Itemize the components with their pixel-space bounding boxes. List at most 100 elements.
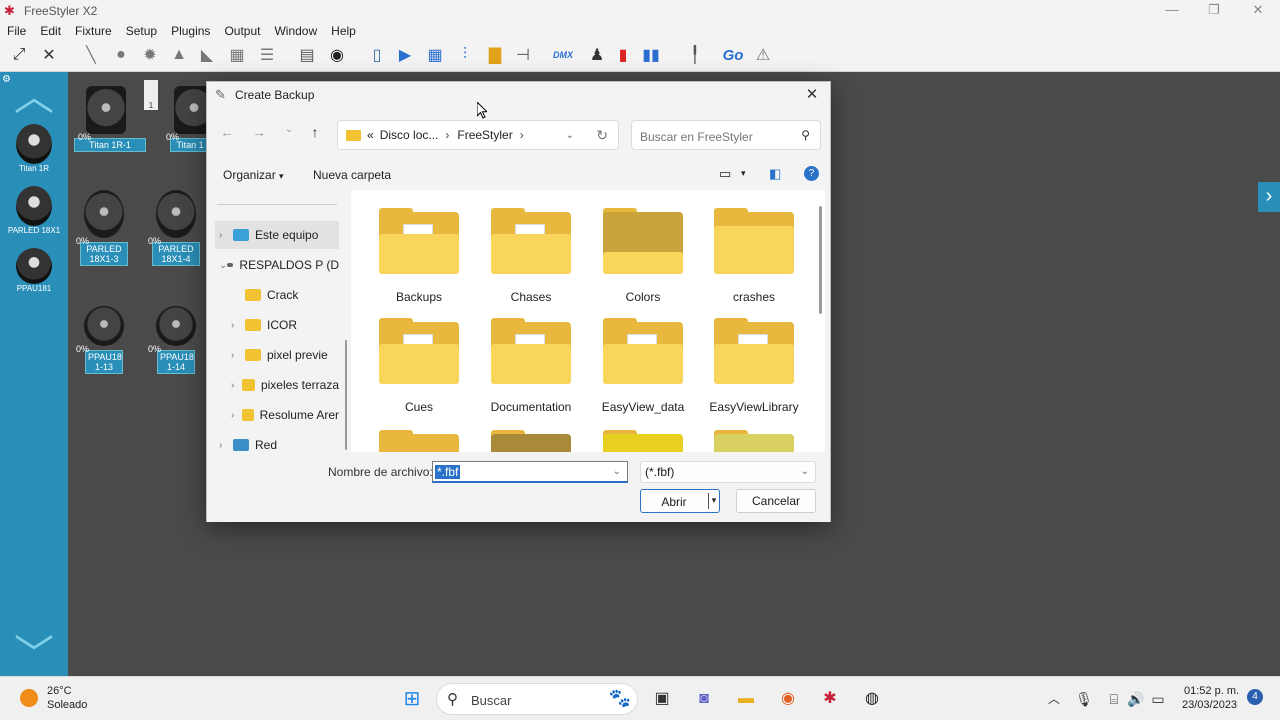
- network-tray-icon[interactable]: ⌸: [1102, 687, 1126, 711]
- task-view-icon[interactable]: ▣: [650, 687, 674, 711]
- hat-icon[interactable]: ▲: [168, 44, 190, 66]
- menu-edit[interactable]: Edit: [33, 24, 68, 38]
- menu-window[interactable]: Window: [267, 24, 324, 38]
- weather-temp[interactable]: 26°C: [47, 685, 72, 697]
- expand-right-icon[interactable]: ›: [1258, 182, 1280, 212]
- menu-help[interactable]: Help: [324, 24, 363, 38]
- expand-chevron-icon[interactable]: ⌄: [219, 260, 227, 271]
- filename-dropdown-icon[interactable]: ⌄: [613, 466, 621, 477]
- folder-item-easyview-data[interactable]: EasyView_data: [593, 318, 693, 414]
- battery-icon[interactable]: ▭: [1146, 687, 1170, 711]
- breadcrumb-disco-local[interactable]: Disco loc...: [380, 128, 439, 142]
- filetype-select[interactable]: (*.fbf) ⌄: [640, 461, 816, 483]
- folder-item-partial[interactable]: [481, 430, 581, 452]
- view-icon[interactable]: ▭: [719, 166, 731, 182]
- expand-chevron-icon[interactable]: ›: [219, 230, 233, 241]
- nav-item-red[interactable]: › Red: [215, 431, 339, 452]
- page-icon[interactable]: ▯: [366, 44, 388, 66]
- open-button[interactable]: Abrir ▾: [640, 489, 720, 513]
- open-split-dropdown-icon[interactable]: ▾: [709, 495, 719, 506]
- palette-swatch[interactable]: 1: [144, 80, 158, 110]
- forward-arrow-icon[interactable]: →: [249, 124, 269, 140]
- library-item[interactable]: PPAU181: [2, 248, 66, 293]
- new-folder-button[interactable]: Nueva carpeta: [313, 168, 391, 182]
- preview-pane-icon[interactable]: ◧: [769, 166, 781, 182]
- expand-chevron-icon[interactable]: ›: [219, 440, 233, 451]
- taskbar-search[interactable]: ⚲ Buscar 🐾: [436, 683, 638, 715]
- menu-plugins[interactable]: Plugins: [164, 24, 217, 38]
- address-bar[interactable]: « Disco loc... › FreeStyler › ⌄ ↻: [337, 120, 619, 150]
- freestyler-taskbar-icon[interactable]: ✱: [818, 687, 842, 711]
- triangle-icon[interactable]: ◣: [196, 44, 218, 66]
- fader-icon[interactable]: ╿: [684, 44, 706, 66]
- tray-overflow-icon[interactable]: ︿: [1042, 687, 1066, 711]
- nav-item-este-equipo[interactable]: › Este equipo: [215, 221, 339, 249]
- folder-item-backups[interactable]: Backups: [369, 208, 469, 304]
- gear-shape-icon[interactable]: ✹: [139, 44, 161, 66]
- up-arrow-icon[interactable]: ↑: [305, 124, 325, 140]
- menu-setup[interactable]: Setup: [119, 24, 164, 38]
- microphone-icon[interactable]: 🎙: [1072, 687, 1096, 711]
- scroll-up-icon[interactable]: ︿: [14, 77, 54, 117]
- address-history-dropdown-icon[interactable]: ⌄: [566, 130, 574, 141]
- keyboard-icon[interactable]: ▦: [424, 44, 446, 66]
- filename-input[interactable]: *.fbf ⌄: [432, 461, 628, 483]
- volume-icon[interactable]: 🔊: [1124, 687, 1148, 711]
- expand-chevron-icon[interactable]: ›: [231, 380, 242, 391]
- teams-chat-icon[interactable]: ◙: [692, 687, 716, 711]
- fixture[interactable]: 0% PARLED 18X1-4: [148, 190, 200, 266]
- nav-item-resolume[interactable]: › Resolume Arer: [215, 401, 339, 429]
- pause-icon[interactable]: ▮▮: [640, 44, 662, 66]
- file-explorer-icon[interactable]: ▬: [734, 687, 758, 711]
- fixture[interactable]: 0% PARLED 18X1-3: [76, 190, 128, 266]
- folder-item-partial[interactable]: [593, 430, 693, 452]
- nav-scrollbar[interactable]: [345, 340, 347, 450]
- folder-item-documentation[interactable]: Documentation: [481, 318, 581, 414]
- bar-meter-icon[interactable]: ▇: [484, 44, 506, 66]
- restore-button[interactable]: ❐: [1192, 0, 1236, 22]
- start-windows-icon[interactable]: ⊞: [400, 687, 424, 711]
- red-tool-icon[interactable]: ▮: [612, 44, 634, 66]
- library-item[interactable]: Titan 1R: [2, 124, 66, 173]
- fixture[interactable]: 0% PPAU18 1-13: [76, 306, 128, 374]
- dmx-icon[interactable]: DMX: [552, 44, 574, 66]
- firefox-icon[interactable]: ◉: [776, 687, 800, 711]
- clock-date[interactable]: 23/03/2023: [1182, 699, 1237, 711]
- menu-output[interactable]: Output: [217, 24, 267, 38]
- expand-chevron-icon[interactable]: ›: [231, 320, 245, 331]
- folder-item-easyviewlibrary[interactable]: EasyViewLibrary: [704, 318, 804, 414]
- breadcrumb-freestyler[interactable]: FreeStyler: [457, 128, 512, 142]
- play-icon[interactable]: ▶: [394, 44, 416, 66]
- folder-item-partial[interactable]: [369, 430, 469, 452]
- pause-record-icon[interactable]: ◉: [326, 44, 348, 66]
- fixture[interactable]: 0% PPAU18 1-14: [148, 306, 200, 374]
- search-input[interactable]: Buscar en FreeStyler ⚲: [631, 120, 821, 150]
- list-icon[interactable]: ☰: [256, 44, 278, 66]
- scale-icon[interactable]: ✕: [38, 44, 60, 66]
- folder-item-partial[interactable]: [704, 430, 804, 452]
- filetype-dropdown-icon[interactable]: ⌄: [801, 466, 809, 477]
- circle-shape-icon[interactable]: ●: [110, 44, 132, 66]
- clock-time[interactable]: 01:52 p. m.: [1184, 685, 1239, 697]
- back-arrow-icon[interactable]: ←: [217, 124, 237, 140]
- organize-menu[interactable]: Organizar ▾: [223, 168, 284, 182]
- folder-item-chases[interactable]: Chases: [481, 208, 581, 304]
- view-dropdown-icon[interactable]: ▾: [741, 168, 746, 179]
- notification-badge[interactable]: 4: [1247, 689, 1263, 705]
- folder-item-crashes[interactable]: crashes: [704, 208, 804, 304]
- menu-file[interactable]: File: [0, 24, 33, 38]
- fixture[interactable]: 0% Titan 1R-1: [74, 86, 146, 152]
- cable-icon[interactable]: ⊣: [512, 44, 534, 66]
- file-list-scrollbar[interactable]: [819, 206, 822, 314]
- folder-item-cues[interactable]: Cues: [369, 318, 469, 414]
- settings-icon[interactable]: ⚙: [2, 74, 11, 85]
- folder-item-colors[interactable]: Colors: [593, 208, 693, 304]
- cancel-button[interactable]: Cancelar: [736, 489, 816, 513]
- library-item[interactable]: PARLED 18X1: [2, 186, 66, 235]
- weather-desc[interactable]: Soleado: [47, 699, 87, 711]
- expand-chevron-icon[interactable]: ›: [231, 410, 242, 421]
- recent-dropdown-icon[interactable]: ⌄: [279, 124, 299, 135]
- scroll-down-icon[interactable]: ﹀: [14, 635, 54, 675]
- move-icon[interactable]: ⤢: [8, 44, 30, 66]
- obs-icon[interactable]: ◍: [860, 687, 884, 711]
